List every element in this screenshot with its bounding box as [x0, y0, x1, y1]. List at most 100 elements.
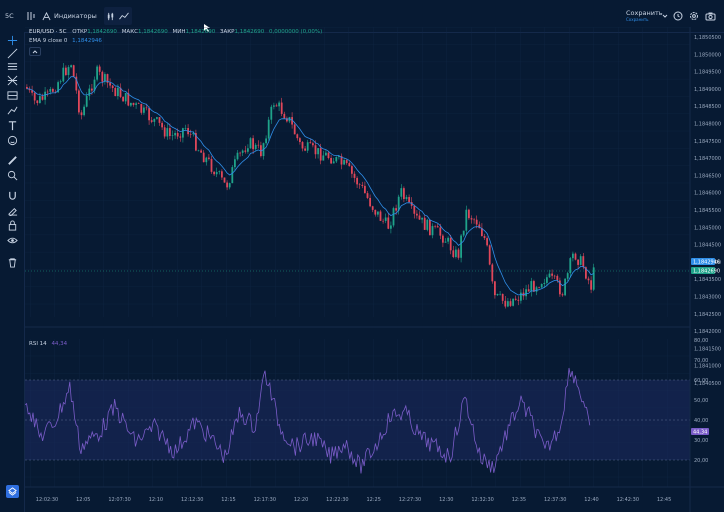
- lock-drawings-icon[interactable]: [5, 204, 19, 216]
- indicators-button[interactable]: Индикаторы: [42, 7, 97, 25]
- rsi-tick-label: 20,00: [694, 458, 708, 464]
- symbol-button[interactable]: 5C: [5, 7, 14, 25]
- price-chart[interactable]: 1,1850500 1,1850000 1,1849500 1,1849000 1,18…: [25, 27, 724, 512]
- candle-body: [546, 277, 548, 283]
- candles-icon[interactable]: [106, 12, 115, 21]
- candle-body: [434, 226, 436, 227]
- lock-icon[interactable]: [5, 219, 19, 231]
- horizontal-lines-icon[interactable]: [5, 60, 19, 72]
- legend-symbol[interactable]: EUR/USD · 5C: [29, 29, 67, 35]
- candle-body: [161, 122, 163, 128]
- pitchfork-icon[interactable]: [5, 74, 19, 86]
- price-tick-label: 1,1847000: [694, 156, 721, 162]
- candle-body: [91, 88, 93, 91]
- candle-body: [543, 282, 546, 284]
- candle-body: [96, 66, 98, 80]
- candle-body: [319, 148, 322, 161]
- ruler-icon[interactable]: [5, 154, 19, 166]
- camera-icon[interactable]: [705, 7, 716, 25]
- candle-body: [592, 267, 595, 290]
- candle-body: [512, 298, 514, 306]
- zoom-icon[interactable]: [5, 169, 19, 181]
- alert-icon[interactable]: [673, 7, 683, 25]
- legend-close-label: ЗАКР: [219, 29, 235, 35]
- chart-type-group: [104, 7, 132, 25]
- candle-body: [117, 87, 119, 97]
- rsi-legend[interactable]: RSI 14 44,34: [29, 341, 67, 347]
- candle-body: [561, 294, 564, 296]
- candle-body: [98, 66, 101, 72]
- candle-body: [572, 253, 574, 259]
- eye-icon[interactable]: [5, 234, 19, 246]
- legend-high-value: 1,1842690: [137, 29, 168, 35]
- save-button[interactable]: Сохранить Сохранить: [626, 7, 663, 25]
- line-chart-icon[interactable]: [118, 12, 130, 21]
- save-dropdown-icon[interactable]: [662, 7, 668, 25]
- trash-icon[interactable]: [5, 256, 19, 268]
- candle-body: [49, 88, 52, 92]
- candle-body: [166, 128, 169, 137]
- candle-body: [577, 259, 579, 265]
- trendline-icon[interactable]: [5, 47, 19, 59]
- time-tick-label: 12:27:30: [399, 497, 421, 503]
- candle-body: [312, 143, 314, 146]
- emoji-icon[interactable]: [5, 134, 19, 146]
- candle-body: [514, 298, 517, 300]
- compare-icon[interactable]: [26, 7, 36, 25]
- candle-body: [353, 173, 356, 178]
- save-label: Сохранить: [626, 9, 663, 17]
- candle-body: [530, 281, 533, 292]
- rsi-axis[interactable]: 80,00 70,00 60,00 50,00 40,00 30,00 20,00: [694, 338, 708, 464]
- channel-icon[interactable]: [5, 89, 19, 101]
- candle-body: [533, 281, 535, 292]
- settings-gear-icon[interactable]: [689, 7, 699, 25]
- magnet-icon[interactable]: [5, 189, 19, 201]
- candle-body: [390, 225, 392, 229]
- rsi-legend-label: RSI 14: [29, 341, 47, 347]
- ema-legend[interactable]: EMA 9 close 0 1,1842946: [29, 38, 102, 44]
- candle-body: [137, 103, 140, 105]
- drawing-toolbar: [0, 32, 25, 512]
- candle-body: [111, 85, 114, 89]
- candle-body: [148, 108, 150, 121]
- candle-body: [475, 219, 478, 225]
- candle-body: [213, 171, 215, 175]
- candle-body: [460, 235, 462, 258]
- candle-body: [538, 287, 540, 288]
- candle-body: [236, 152, 239, 160]
- candle-body: [332, 161, 335, 164]
- crosshair-icon[interactable]: [5, 34, 19, 46]
- chevron-up-icon: [32, 49, 38, 53]
- candle-body: [556, 275, 559, 281]
- candle-body: [228, 183, 231, 188]
- candle-body: [535, 287, 538, 292]
- time-tick-label: 12:30: [439, 497, 453, 503]
- object-tree-button[interactable]: [6, 485, 19, 498]
- candle-body: [70, 65, 72, 68]
- candle-body: [171, 135, 174, 136]
- price-axis[interactable]: 1,1850500 1,1850000 1,1849500 1,1849000 1,18…: [694, 35, 721, 387]
- time-tick-label: 12:12:30: [181, 497, 203, 503]
- time-tick-label: 12:22:30: [326, 497, 348, 503]
- time-axis[interactable]: 12:02:30 12:05 12:07:30 12:10 12:12:30 12:15 1…: [36, 497, 672, 503]
- candle-body: [88, 88, 91, 96]
- candle-body: [330, 158, 332, 164]
- candle-body: [468, 209, 470, 219]
- legend-high-label: МАКС: [121, 29, 138, 35]
- candle-body: [39, 96, 41, 103]
- rsi-tick-label: 70,00: [694, 358, 708, 364]
- price-tick-label: 1,1843000: [694, 295, 721, 301]
- text-icon[interactable]: [5, 119, 19, 131]
- collapse-legend-button[interactable]: [29, 47, 41, 56]
- candle-body: [270, 106, 273, 120]
- candle-body: [156, 117, 158, 119]
- candle-body: [210, 158, 213, 172]
- rsi-tick-label: 80,00: [694, 338, 708, 344]
- time-tick-label: 12:10: [149, 497, 163, 503]
- time-tick-label: 12:32:30: [471, 497, 493, 503]
- path-icon[interactable]: [5, 104, 19, 116]
- candle-body: [299, 138, 301, 143]
- candle-body: [384, 217, 387, 221]
- price-tick-label: 1,1844500: [694, 243, 721, 249]
- rsi-tick-label: 40,00: [694, 418, 708, 424]
